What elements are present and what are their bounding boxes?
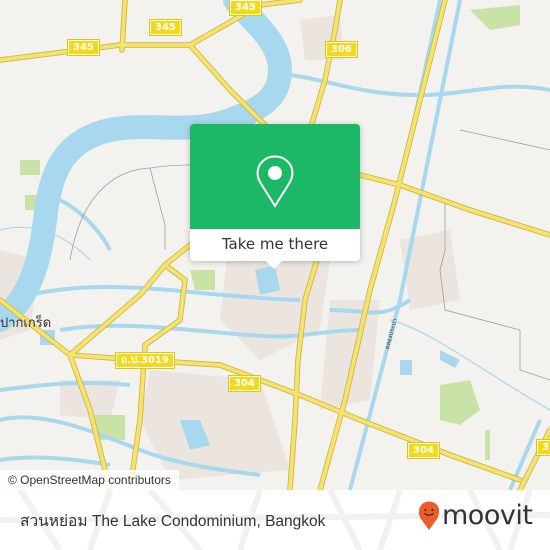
osm-attribution[interactable]: © OpenStreetMap contributors bbox=[0, 470, 179, 490]
moovit-pin-face-icon bbox=[418, 501, 440, 530]
take-me-there-button[interactable]: Take me there bbox=[190, 229, 360, 261]
location-pin-icon bbox=[256, 155, 294, 208]
moovit-wordmark: moovit bbox=[442, 500, 533, 531]
map-view[interactable]: 345 345 345 306 ถ.ป.3019 304 304 31 ปากเ… bbox=[0, 0, 550, 490]
road-shield-345: 345 bbox=[229, 0, 262, 16]
moovit-logo[interactable]: moovit bbox=[418, 500, 533, 531]
road-shield-304: 304 bbox=[228, 375, 261, 392]
location-title: สวนหย่อม The Lake Condominium, Bangkok bbox=[20, 513, 326, 530]
road-shield-304: 304 bbox=[407, 442, 440, 459]
road-shield-31: 31 bbox=[536, 439, 550, 456]
location-popup: Take me there bbox=[190, 124, 360, 269]
popup-header bbox=[190, 124, 360, 229]
road-shield-345: 345 bbox=[149, 19, 182, 36]
road-shield-345: 345 bbox=[67, 39, 100, 56]
place-label-pak-kret: ปากเกร็ด bbox=[0, 316, 52, 331]
road-shield-3019: ถ.ป.3019 bbox=[115, 352, 175, 369]
footer-bar: สวนหย่อม The Lake Condominium, Bangkok m… bbox=[0, 490, 550, 550]
road-shield-306: 306 bbox=[325, 41, 358, 58]
popup-pointer bbox=[266, 261, 282, 269]
